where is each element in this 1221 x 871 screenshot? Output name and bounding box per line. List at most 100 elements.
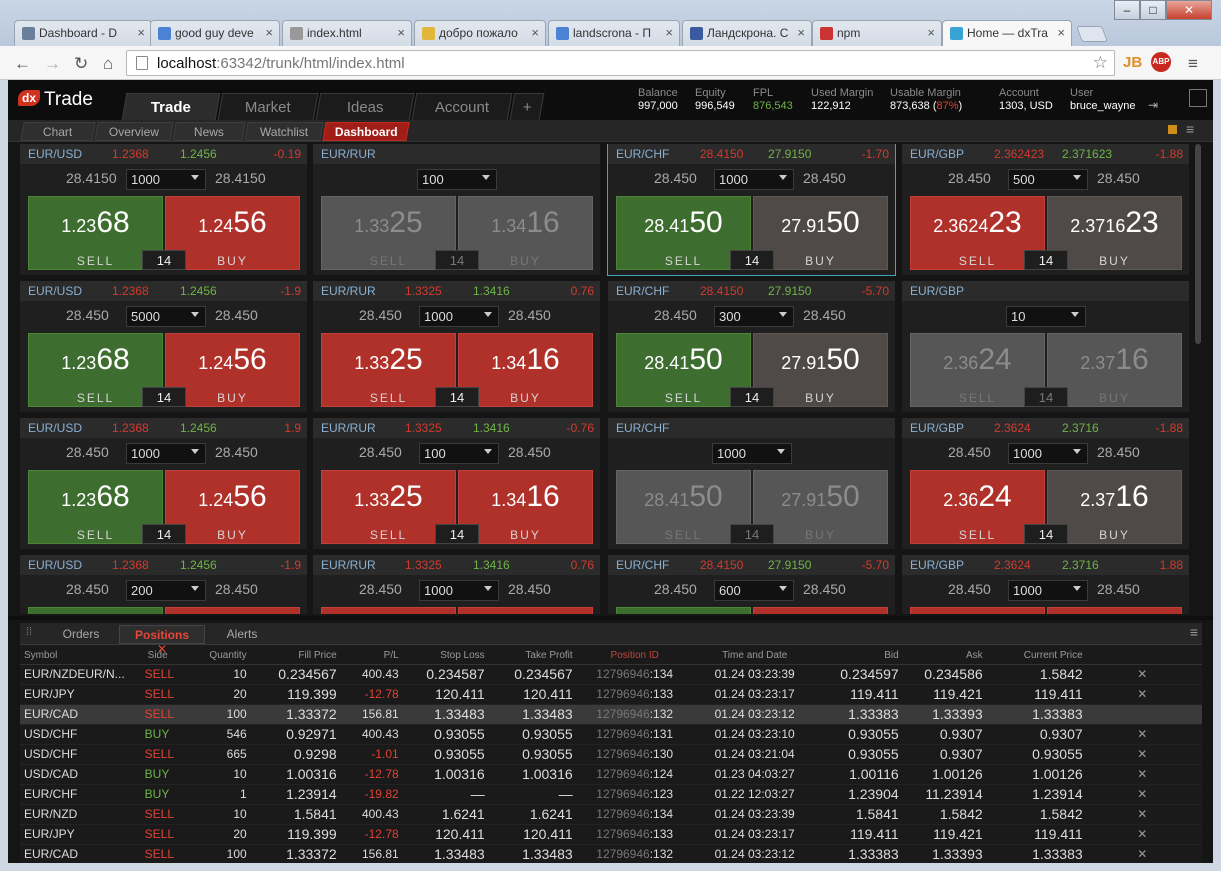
sell-button[interactable]: SELL: [28, 607, 163, 614]
sell-button[interactable]: SELL: [321, 607, 456, 614]
browser-tab[interactable]: good guy deve ×: [150, 20, 280, 46]
close-position-icon[interactable]: ✕: [1086, 664, 1202, 685]
main-tab[interactable]: Trade: [121, 93, 221, 120]
drag-handle-icon[interactable]: ⁞⁞: [26, 626, 32, 638]
main-tab[interactable]: +: [509, 93, 545, 120]
sell-button[interactable]: SELL: [910, 607, 1045, 614]
main-tab[interactable]: Account: [411, 93, 513, 120]
quantity-select[interactable]: 5000: [126, 306, 206, 327]
position-stop-loss[interactable]: 1.33483: [402, 704, 489, 725]
quantity-select[interactable]: 1000: [419, 580, 499, 601]
position-stop-loss[interactable]: 0.93055: [402, 724, 489, 745]
column-header[interactable]: Current Price: [986, 648, 1087, 665]
table-row[interactable]: USD/CHF BUY 546 0.92971 400.43 0.93055 0.93055…: [20, 724, 1202, 745]
subnav-menu-icon[interactable]: ≡: [1186, 121, 1194, 137]
position-take-profit[interactable]: 120.411: [488, 684, 577, 705]
close-position-icon[interactable]: ✕: [1086, 824, 1202, 845]
jetbrains-extension-icon[interactable]: JB: [1123, 54, 1142, 71]
table-row[interactable]: EUR/JPY SELL 20 119.399 -12.78 120.411 120.411…: [20, 824, 1202, 845]
quantity-select[interactable]: 1000: [1008, 580, 1088, 601]
grid-scrollbar[interactable]: [1195, 144, 1201, 344]
tab-close-icon[interactable]: ×: [265, 25, 273, 40]
position-stop-loss[interactable]: 120.411: [402, 824, 489, 845]
column-header[interactable]: Position ID: [576, 648, 697, 665]
position-take-profit[interactable]: 0.234567: [488, 664, 577, 685]
close-position-icon[interactable]: [1086, 704, 1202, 725]
close-position-icon[interactable]: ✕: [1086, 724, 1202, 745]
position-stop-loss[interactable]: —: [402, 784, 489, 805]
reload-icon[interactable]: ↻: [74, 54, 88, 74]
minimize-button[interactable]: –: [1114, 0, 1140, 20]
sell-button[interactable]: SELL: [616, 607, 751, 614]
close-window-button[interactable]: ✕: [1166, 0, 1212, 20]
panel-splitter[interactable]: [8, 616, 1213, 620]
table-row[interactable]: EUR/CHF BUY 1 1.23914 -19.82— —12796946:123 01…: [20, 784, 1202, 805]
menu-icon[interactable]: ≡: [1188, 54, 1198, 74]
buy-button[interactable]: BUY: [1047, 607, 1182, 614]
position-stop-loss[interactable]: 1.33483: [402, 844, 489, 863]
adblock-icon[interactable]: ABP: [1151, 52, 1171, 72]
buy-button[interactable]: BUY: [753, 607, 888, 614]
position-take-profit[interactable]: 1.00316: [488, 764, 577, 785]
position-stop-loss[interactable]: 120.411: [402, 684, 489, 705]
quantity-select[interactable]: 500: [1008, 169, 1088, 190]
close-position-icon[interactable]: ✕: [1086, 784, 1202, 805]
home-icon[interactable]: ⌂: [103, 54, 113, 74]
tab-close-icon[interactable]: ×: [797, 25, 805, 40]
position-stop-loss[interactable]: 1.6241: [402, 804, 489, 825]
column-header[interactable]: Fill Price: [250, 648, 341, 665]
logout-icon[interactable]: ⇥: [1148, 98, 1158, 112]
address-bar[interactable]: localhost:63342/trunk/html/index.html ☆: [126, 50, 1115, 76]
browser-tab[interactable]: landscrona - П ×: [548, 20, 680, 46]
close-position-icon[interactable]: ✕: [1086, 804, 1202, 825]
buy-button[interactable]: BUY: [458, 607, 593, 614]
browser-tab[interactable]: Home — dxTra ×: [942, 20, 1072, 46]
position-take-profit[interactable]: 120.411: [488, 824, 577, 845]
column-header[interactable]: Symbol: [20, 648, 129, 665]
quantity-select[interactable]: 100: [417, 169, 497, 190]
quantity-select[interactable]: 1000: [419, 306, 499, 327]
table-row[interactable]: EUR/CAD SELL 100 1.33372 156.81 1.33483 1.3348…: [20, 704, 1202, 725]
sub-tab[interactable]: Overview: [94, 122, 174, 141]
column-header[interactable]: P/L: [340, 648, 403, 665]
table-row[interactable]: EUR/NZDEUR/N... SELL 10 0.234567 400.43 0.234…: [20, 664, 1202, 685]
quantity-select[interactable]: 10: [1006, 306, 1086, 327]
sub-tab[interactable]: Dashboard: [322, 122, 410, 141]
tab-orders[interactable]: Orders: [45, 625, 117, 644]
position-stop-loss[interactable]: 1.00316: [402, 764, 489, 785]
main-tab[interactable]: Market: [217, 93, 319, 120]
bookmark-star-icon[interactable]: ☆: [1093, 53, 1108, 73]
position-take-profit[interactable]: 1.33483: [488, 844, 577, 863]
tab-alerts[interactable]: Alerts: [207, 625, 277, 644]
fullscreen-icon[interactable]: [1189, 89, 1207, 107]
close-position-icon[interactable]: ✕: [1086, 764, 1202, 785]
table-row[interactable]: EUR/NZD SELL 10 1.5841 400.43 1.6241 1.6241 127…: [20, 804, 1202, 825]
position-take-profit[interactable]: —: [488, 784, 577, 805]
tab-close-icon[interactable]: ×: [665, 25, 673, 40]
quantity-select[interactable]: 1000: [712, 443, 792, 464]
browser-tab[interactable]: Ландскрона. С ×: [682, 20, 812, 46]
column-header[interactable]: Take Profit: [488, 648, 577, 665]
browser-tab[interactable]: Dashboard - D ×: [14, 20, 152, 46]
quantity-select[interactable]: 200: [126, 580, 206, 601]
column-header[interactable]: Stop Loss: [402, 648, 489, 665]
tab-positions[interactable]: Positions ✕: [119, 625, 205, 656]
column-header[interactable]: Time and Date: [696, 648, 817, 665]
column-header[interactable]: Ask: [902, 648, 987, 665]
maximize-button[interactable]: □: [1140, 0, 1166, 20]
quantity-select[interactable]: 300: [714, 306, 794, 327]
forward-icon[interactable]: →: [44, 54, 61, 74]
position-take-profit[interactable]: 0.93055: [488, 744, 577, 765]
tab-close-icon[interactable]: ×: [397, 25, 405, 40]
main-tab[interactable]: Ideas: [315, 93, 415, 120]
quantity-select[interactable]: 1000: [1008, 443, 1088, 464]
browser-tab[interactable]: index.html ×: [282, 20, 412, 46]
quantity-select[interactable]: 1000: [714, 169, 794, 190]
close-position-icon[interactable]: ✕: [1086, 684, 1202, 705]
quantity-select[interactable]: 600: [714, 580, 794, 601]
quantity-select[interactable]: 100: [419, 443, 499, 464]
table-row[interactable]: USD/CHF SELL 665 0.9298 -1.01 0.93055 0.93055 1…: [20, 744, 1202, 765]
buy-button[interactable]: BUY: [165, 607, 300, 614]
column-header[interactable]: Side: [128, 648, 191, 665]
table-row[interactable]: USD/CAD BUY 10 1.00316 -12.78 1.00316 1.00316 1…: [20, 764, 1202, 785]
